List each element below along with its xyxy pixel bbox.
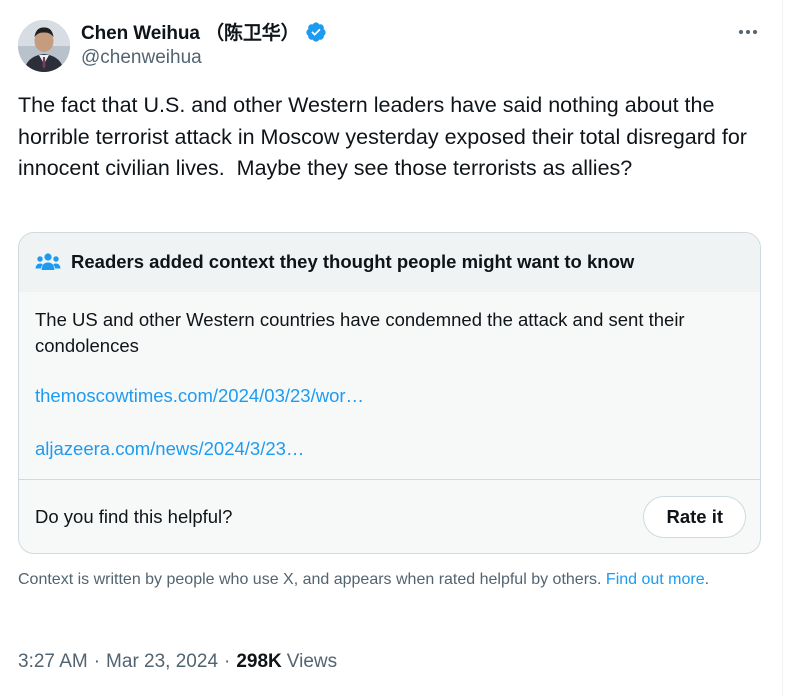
find-out-more-link[interactable]: Find out more bbox=[606, 571, 705, 588]
source-link-aljazeera[interactable]: aljazeera.com/news/2024/3/23… bbox=[35, 438, 304, 460]
tweet-metadata: 3:27 AM · Mar 23, 2024 · 298K Views bbox=[18, 651, 337, 673]
author-display-name[interactable]: Chen Weihua （陈卫华） bbox=[81, 18, 300, 45]
period: . bbox=[704, 571, 710, 588]
helpful-row: Do you find this helpful? Rate it bbox=[35, 480, 746, 553]
tweet-date[interactable]: Mar 23, 2024 bbox=[106, 651, 218, 673]
author-avatar[interactable] bbox=[18, 20, 70, 72]
community-note-card: Readers added context they thought peopl… bbox=[18, 232, 761, 554]
helpful-question: Do you find this helpful? bbox=[35, 506, 233, 527]
verified-badge-icon[interactable] bbox=[305, 21, 327, 43]
tweet-time[interactable]: 3:27 AM bbox=[18, 651, 88, 673]
community-note-title: Readers added context they thought peopl… bbox=[71, 251, 635, 272]
author-handle[interactable]: @chenweihua bbox=[81, 47, 202, 69]
separator-dot: · bbox=[224, 651, 231, 672]
source-link-moscowtimes[interactable]: themoscowtimes.com/2024/03/23/wor… bbox=[35, 385, 364, 407]
context-disclaimer: Context is written by people who use X, … bbox=[18, 569, 758, 591]
more-options-button[interactable] bbox=[728, 18, 768, 46]
community-note-text: The US and other Western countries have … bbox=[35, 309, 685, 356]
views-count: 298K bbox=[236, 651, 282, 672]
rate-it-button[interactable]: Rate it bbox=[643, 496, 746, 538]
people-icon bbox=[35, 251, 61, 273]
tweet-text: The fact that U.S. and other Western lea… bbox=[18, 93, 753, 180]
community-note-body: The US and other Western countries have … bbox=[35, 307, 735, 459]
more-horizontal-icon bbox=[739, 30, 757, 34]
author-name-row: Chen Weihua （陈卫华） bbox=[81, 18, 327, 45]
separator-dot: · bbox=[93, 651, 101, 672]
context-disclaimer-text: Context is written by people who use X, … bbox=[18, 571, 602, 588]
tweet-detail: Chen Weihua （陈卫华） @chenweihua The fact t… bbox=[0, 0, 783, 696]
community-note-header[interactable]: Readers added context they thought peopl… bbox=[19, 233, 760, 292]
views-label: Views bbox=[286, 651, 338, 672]
avatar-image bbox=[18, 20, 70, 72]
